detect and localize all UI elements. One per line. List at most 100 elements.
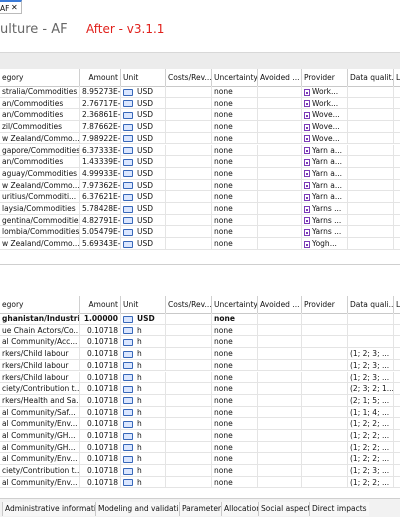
table-cell[interactable] (394, 465, 400, 476)
table-cell[interactable]: USD (121, 144, 166, 156)
table-cell[interactable] (302, 394, 348, 406)
table-cell[interactable] (166, 167, 212, 179)
editor-tab[interactable]: AF ✕ (0, 0, 22, 14)
table-cell[interactable]: none (212, 348, 258, 359)
table-cell[interactable] (394, 336, 400, 347)
table-cell[interactable]: 2.76717E-6 (80, 97, 121, 109)
table-cell[interactable]: rkers/Child labour (0, 348, 80, 359)
table-cell[interactable] (258, 394, 302, 406)
table-cell[interactable] (348, 179, 394, 191)
table-cell[interactable] (394, 418, 400, 429)
table-cell[interactable] (258, 238, 302, 249)
table-cell[interactable] (394, 360, 400, 371)
table-cell[interactable]: (1; 2; 2; ... (348, 441, 394, 453)
table-cell[interactable]: aguay/Commodities (0, 167, 80, 179)
table-cell[interactable]: w Zealand/Commo... (0, 179, 80, 191)
table-cell[interactable] (348, 86, 394, 97)
table-cell[interactable]: (2; 1; 5; ... (348, 394, 394, 406)
table-cell[interactable]: Wove... (302, 109, 348, 121)
table-cell[interactable]: Yarns ... (302, 226, 348, 238)
table-cell[interactable] (394, 98, 400, 109)
table-cell[interactable] (394, 156, 400, 167)
table-cell[interactable]: USD (121, 132, 166, 144)
table-cell[interactable]: al Community/Env... (0, 453, 80, 465)
table-cell[interactable]: 4.99933E-7 (80, 167, 121, 179)
table-cell[interactable]: h (121, 371, 166, 383)
table-cell[interactable] (302, 313, 348, 324)
table-cell[interactable] (394, 407, 400, 418)
table-cell[interactable] (166, 359, 212, 371)
table-cell[interactable] (394, 168, 400, 179)
table-cell[interactable] (166, 430, 212, 441)
table-cell[interactable]: USD (121, 97, 166, 109)
table-cell[interactable]: h (121, 465, 166, 476)
col-location-header[interactable]: L (394, 296, 400, 313)
col-costs-header[interactable]: Costs/Rev... (166, 69, 212, 86)
table-cell[interactable]: USD (121, 86, 166, 97)
table-cell[interactable]: uritius/Commoditi... (0, 191, 80, 202)
table-cell[interactable] (166, 394, 212, 406)
table-cell[interactable]: h (121, 441, 166, 453)
table-cell[interactable]: 0.10718 (80, 336, 121, 348)
table-cell[interactable] (166, 371, 212, 383)
col-avoided-header[interactable]: Avoided ... (258, 296, 302, 313)
table-cell[interactable] (348, 167, 394, 179)
table-cell[interactable]: rkers/Health and Sa... (0, 394, 80, 406)
table-cell[interactable]: none (212, 359, 258, 371)
table-cell[interactable]: 1.43339E-6 (80, 156, 121, 167)
table-cell[interactable] (302, 406, 348, 418)
table-cell[interactable] (394, 430, 400, 441)
table-row[interactable]: w Zealand/Commo... 7.98922E-7 USD none Wove.… (0, 132, 400, 145)
table-cell[interactable] (348, 121, 394, 132)
table-cell[interactable]: none (212, 383, 258, 394)
table-cell[interactable]: none (212, 179, 258, 191)
table-cell[interactable]: 5.05479E-7 (80, 226, 121, 238)
table-cell[interactable] (302, 324, 348, 336)
table-cell[interactable] (258, 359, 302, 371)
table-row[interactable]: al Community/GH... 0.10718 h none (1; 2; 2; … (0, 441, 400, 454)
table-cell[interactable]: 0.10718 (80, 476, 121, 488)
table-cell[interactable] (166, 324, 212, 336)
col-category-header[interactable]: egory (0, 69, 80, 86)
table-cell[interactable] (258, 383, 302, 394)
table-cell[interactable] (394, 86, 400, 97)
table-cell[interactable]: USD (121, 179, 166, 191)
table-cell[interactable] (258, 476, 302, 488)
table-cell[interactable] (394, 203, 400, 214)
col-dataquality-header[interactable]: Data quali... (348, 296, 394, 313)
table-cell[interactable]: gentina/Commodities (0, 214, 80, 226)
table-cell[interactable]: ciety/Contribution t... (0, 383, 80, 394)
table-row[interactable]: al Community/GH... 0.10718 h none (1; 2; 2; … (0, 430, 400, 442)
table-cell[interactable]: al Community/Saf... (0, 406, 80, 418)
table-cell[interactable] (394, 238, 400, 249)
table-cell[interactable] (166, 453, 212, 465)
col-unit-header[interactable]: Unit (121, 69, 166, 86)
table-cell[interactable]: USD (121, 191, 166, 202)
table-row[interactable]: stralia/Commodities 8.95273E-7 USD none Work… (0, 86, 400, 98)
table-cell[interactable]: none (212, 418, 258, 429)
table-cell[interactable] (302, 441, 348, 453)
table-cell[interactable]: lombia/Commodities (0, 226, 80, 238)
table-cell[interactable]: w Zealand/Commo... (0, 132, 80, 144)
table-cell[interactable] (302, 336, 348, 348)
table-row[interactable]: ciety/Contribution t... 0.10718 h none (1; 2… (0, 465, 400, 477)
table-row[interactable]: w Zealand/Commo... 7.97362E-7 USD none Yarn … (0, 179, 400, 192)
table-cell[interactable]: 2.36861E-7 (80, 109, 121, 121)
table-cell[interactable] (394, 395, 400, 406)
table-row[interactable]: an/Commodities 2.76717E-6 USD none Work... (0, 97, 400, 110)
table-cell[interactable]: none (212, 441, 258, 453)
table-cell[interactable]: h (121, 336, 166, 348)
table-row[interactable]: gapore/Commodities 6.37333E-7 USD none Yarn … (0, 144, 400, 157)
col-category-header[interactable]: egory (0, 296, 80, 313)
table-cell[interactable] (302, 465, 348, 476)
table-row[interactable]: al Community/Env... 0.10718 h none (1; 2; 2;… (0, 418, 400, 430)
tab-allocation[interactable]: Allocation (221, 502, 263, 516)
table-cell[interactable]: Wove... (302, 121, 348, 132)
col-location-header[interactable]: L (394, 69, 400, 86)
table-cell[interactable] (258, 348, 302, 359)
table-cell[interactable]: none (212, 324, 258, 336)
table-cell[interactable]: USD (121, 121, 166, 132)
table-cell[interactable]: al Community/GH... (0, 441, 80, 453)
table-cell[interactable] (348, 191, 394, 202)
table-cell[interactable]: none (212, 132, 258, 144)
